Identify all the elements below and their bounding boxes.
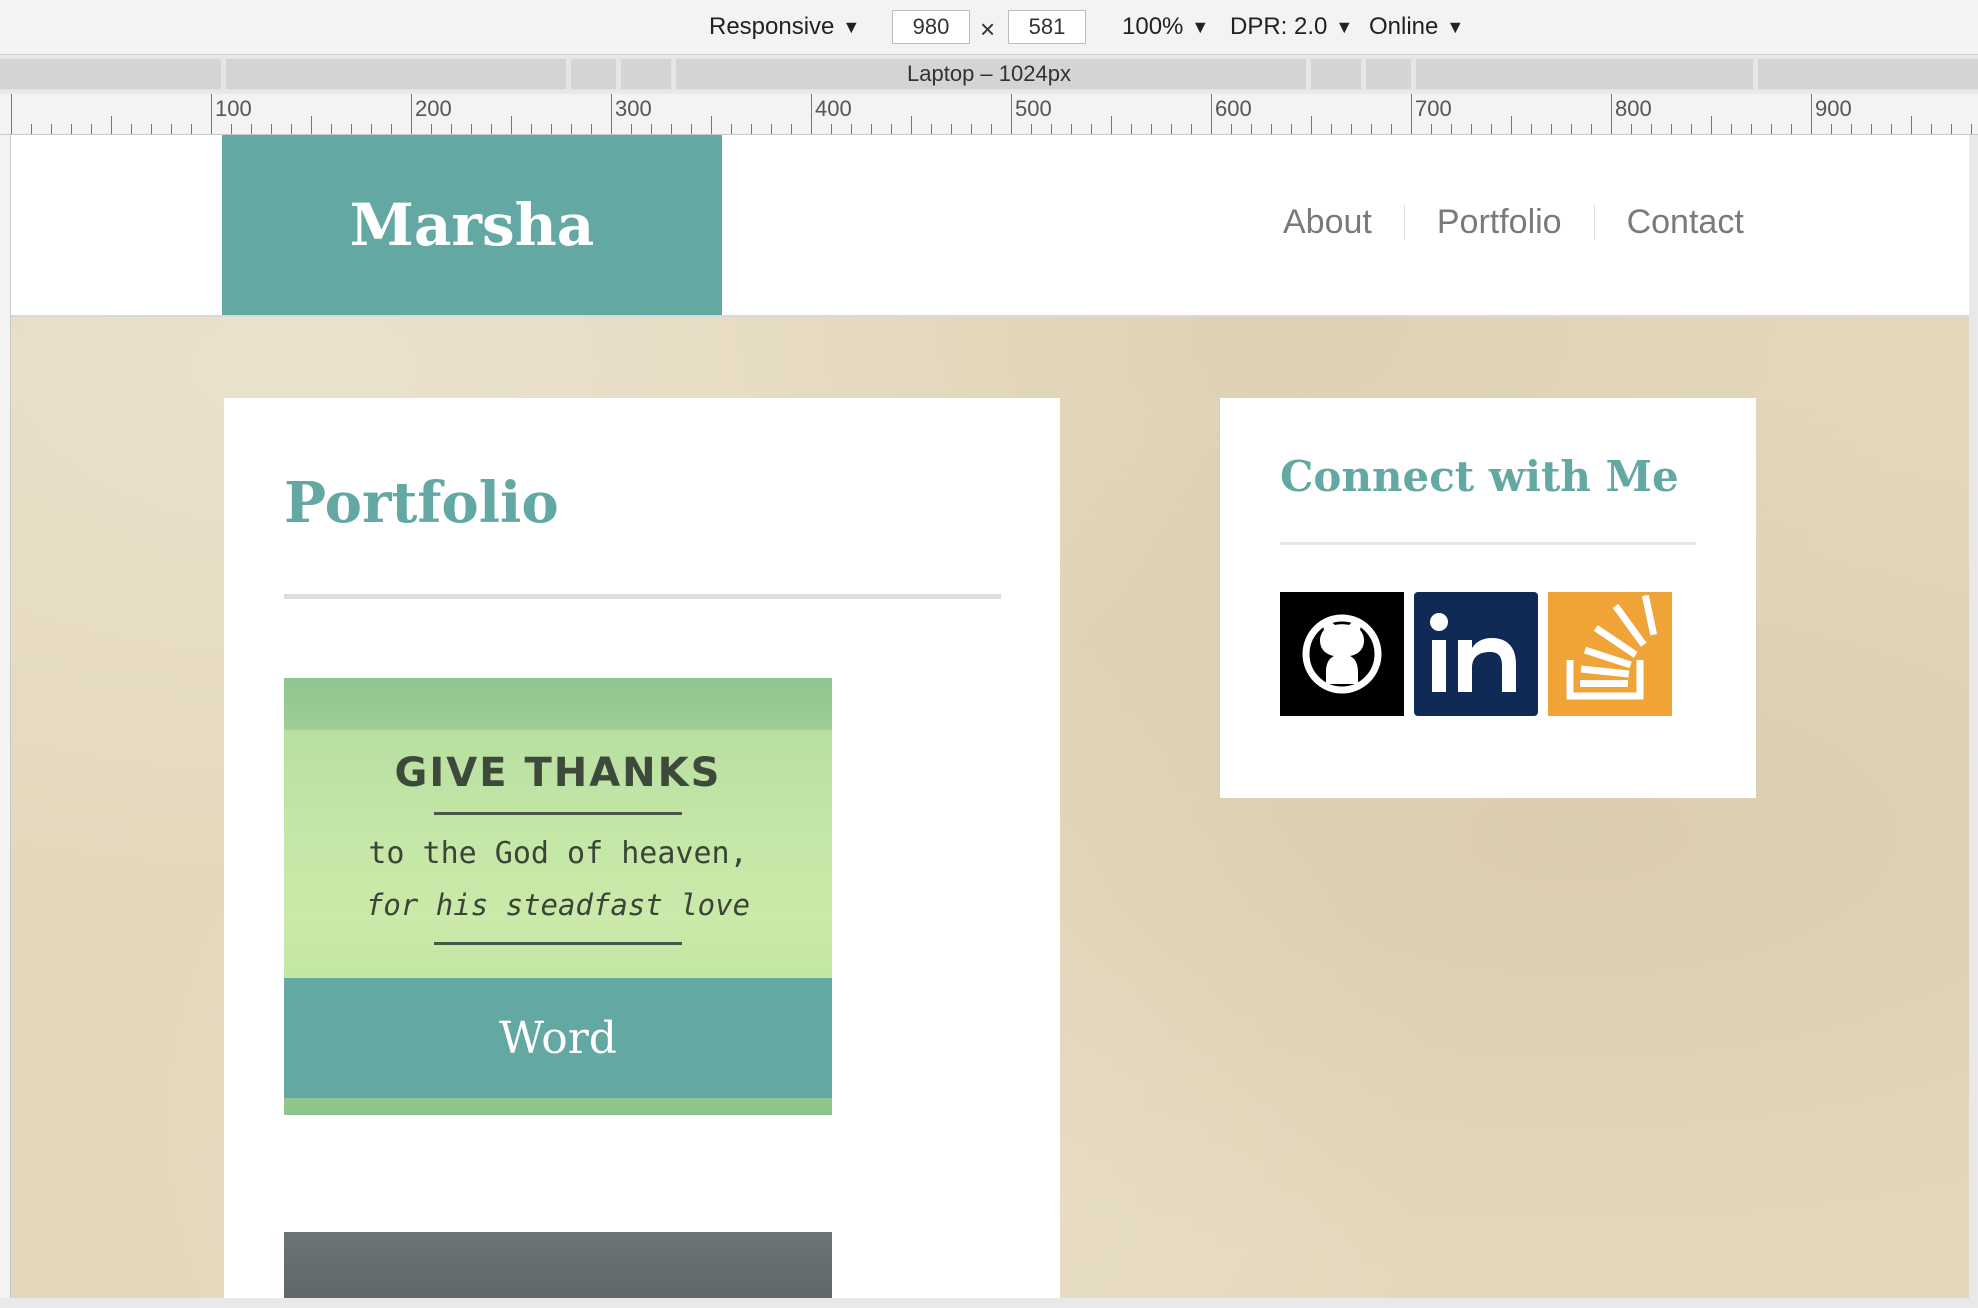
dropdown-arrow-icon: ▼ [1335,16,1354,37]
width-input[interactable]: 980 [892,10,970,44]
ruler-ticks: 100 200 300 400 500 600 700 800 900 [11,94,1972,134]
dropdown-arrow-icon: ▼ [1191,16,1210,37]
ruler-label: 100 [215,96,252,121]
ruler-label: 900 [1815,96,1852,121]
site-logo[interactable]: Marsha [350,191,595,259]
thumbnail-text: to the God of heaven, [368,836,748,871]
ruler-label: 500 [1015,96,1052,121]
ruler-label: 400 [815,96,852,121]
media-query-label: Laptop – 1024px [907,61,1071,86]
thumbnail-heading: GIVE THANKS [394,750,722,796]
device-select[interactable]: Responsive ▼ [709,13,860,41]
title-divider [284,594,1001,599]
nav-about[interactable]: About [1251,202,1404,242]
ruler-label: 600 [1215,96,1252,121]
zoom-select[interactable]: 100% ▼ [1122,13,1209,41]
portfolio-caption[interactable]: Word [284,978,832,1098]
vertical-ruler [0,135,11,1298]
github-icon [1302,614,1382,694]
connect-card: Connect with Me [1220,398,1756,798]
media-query-bar: Laptop – 1024px [0,57,1978,91]
connect-divider [1280,542,1696,545]
stackoverflow-link[interactable] [1548,592,1672,716]
connect-title: Connect with Me [1280,452,1679,501]
nav-contact[interactable]: Contact [1595,202,1776,242]
page-viewport: Marsha About Portfolio Contact Portfolio… [11,135,1969,1298]
thumbnail-rule [434,812,682,815]
horizontal-ruler: 100 200 300 400 500 600 700 800 900 [0,94,1978,135]
linkedin-link[interactable] [1414,592,1538,716]
ruler-label: 200 [415,96,452,121]
thumbnail-text: for his steadfast love [365,888,751,922]
zoom-label: 100% [1122,13,1184,40]
portfolio-item-next[interactable] [284,1232,832,1298]
thumbnail-rule [434,942,682,945]
stackoverflow-icon [1566,594,1658,700]
ruler-label: 300 [615,96,652,121]
linkedin-icon [1430,613,1516,692]
network-label: Online [1369,13,1439,40]
portfolio-card: Portfolio GIVE THANKS to the God of heav… [224,398,1060,1298]
dpr-select[interactable]: DPR: 2.0 ▼ [1230,13,1353,41]
github-link[interactable] [1280,592,1404,716]
page-title: Portfolio [284,470,559,536]
portfolio-item-word[interactable]: GIVE THANKS to the God of heaven, for hi… [284,678,832,1115]
network-select[interactable]: Online ▼ [1369,13,1464,41]
times-icon: × [980,14,996,44]
logo-block[interactable]: Marsha [222,135,722,315]
height-input[interactable]: 581 [1008,10,1086,44]
device-label: Responsive [709,13,835,40]
ruler-label: 700 [1415,96,1452,121]
device-toolbar: Responsive ▼ 980 × 581 100% ▼ DPR: 2.0 ▼… [0,0,1978,55]
dropdown-arrow-icon: ▼ [842,16,861,37]
dpr-label: DPR: 2.0 [1230,13,1328,40]
main-nav: About Portfolio Contact [1251,197,1776,247]
site-header: Marsha About Portfolio Contact [11,135,1969,317]
dropdown-arrow-icon: ▼ [1446,16,1465,37]
nav-portfolio[interactable]: Portfolio [1405,202,1594,242]
ruler-label: 800 [1615,96,1652,121]
